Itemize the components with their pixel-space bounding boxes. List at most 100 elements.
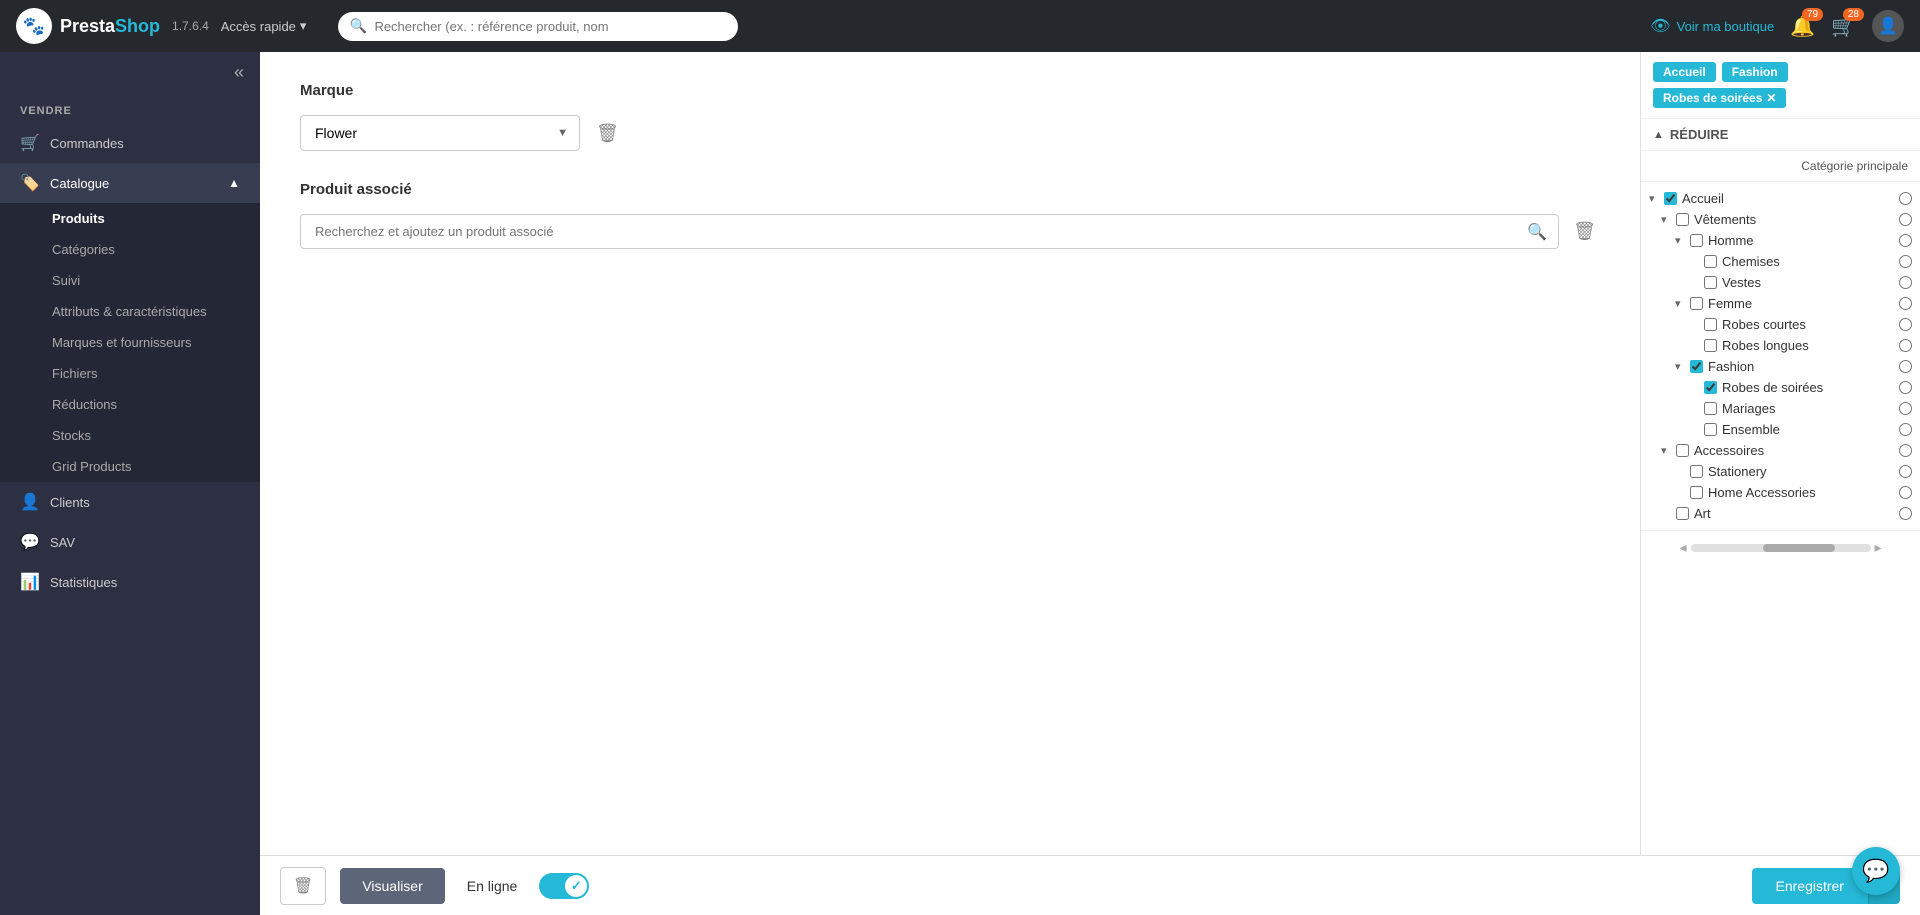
chevron-down-icon[interactable]: ▾ xyxy=(1661,213,1673,226)
logo-icon: 🐾 xyxy=(16,8,52,44)
cat-radio-vetements[interactable] xyxy=(1899,213,1912,226)
chevron-down-icon[interactable]: ▾ xyxy=(1675,360,1687,373)
cart-button[interactable]: 🛒 28 xyxy=(1831,14,1856,39)
chevron-down-icon[interactable]: ▾ xyxy=(1661,444,1673,457)
assoc-search-input[interactable] xyxy=(300,214,1559,249)
cat-radio-fashion[interactable] xyxy=(1899,360,1912,373)
brand-delete-button[interactable]: 🗑 xyxy=(592,119,623,148)
sidebar-item-categories[interactable]: Catégories xyxy=(0,234,260,265)
logo-text: PrestaShop xyxy=(60,16,160,37)
sidebar-item-sav[interactable]: 💬 SAV xyxy=(0,522,260,562)
cat-radio-homme[interactable] xyxy=(1899,234,1912,247)
sidebar-item-statistiques[interactable]: 📊 Statistiques xyxy=(0,562,260,602)
cat-radio-stationery[interactable] xyxy=(1899,465,1912,478)
cat-checkbox-accueil[interactable] xyxy=(1664,192,1677,205)
sidebar-item-label: Statistiques xyxy=(50,575,117,590)
tag-accueil[interactable]: Accueil xyxy=(1653,62,1716,82)
cat-radio-robes-soirees[interactable] xyxy=(1899,381,1912,394)
assoc-delete-button[interactable]: 🗑 xyxy=(1569,217,1600,246)
cat-radio-femme[interactable] xyxy=(1899,297,1912,310)
cat-principale-header: Catégorie principale xyxy=(1641,151,1920,182)
chevron-down-icon[interactable]: ▾ xyxy=(1675,297,1687,310)
chevron-down-icon: ▾ xyxy=(300,18,307,34)
sidebar-item-clients[interactable]: 👤 Clients xyxy=(0,482,260,522)
footer-delete-button[interactable]: 🗑 xyxy=(280,867,326,905)
cat-checkbox-femme[interactable] xyxy=(1690,297,1703,310)
cat-row-femme: ▾ Femme xyxy=(1641,293,1920,314)
cat-radio-robes-longues[interactable] xyxy=(1899,339,1912,352)
cat-row-vestes: ▾ Vestes xyxy=(1641,272,1920,293)
tag-fashion[interactable]: Fashion xyxy=(1722,62,1788,82)
quick-access-button[interactable]: Accès rapide ▾ xyxy=(221,18,307,34)
chevron-up-icon: ▲ xyxy=(1653,129,1664,141)
cat-checkbox-mariages[interactable] xyxy=(1704,402,1717,415)
commandes-icon: 🛒 xyxy=(20,133,40,153)
sidebar-item-catalogue[interactable]: 🏷️ Catalogue ▲ xyxy=(0,163,260,203)
cat-checkbox-robes-longues[interactable] xyxy=(1704,339,1717,352)
cat-checkbox-accessoires[interactable] xyxy=(1676,444,1689,457)
assoc-search-row: 🔍 🗑 xyxy=(300,214,1600,249)
cat-checkbox-stationery[interactable] xyxy=(1690,465,1703,478)
brand-select[interactable]: Flower Nike Adidas xyxy=(300,115,580,151)
sidebar-collapse-area: « xyxy=(0,52,260,93)
sidebar-item-fichiers[interactable]: Fichiers xyxy=(0,358,260,389)
reduire-button[interactable]: ▲ RÉDUIRE xyxy=(1641,119,1920,151)
sidebar: « VENDRE 🛒 Commandes 🏷️ Catalogue ▲ Prod… xyxy=(0,52,260,915)
reduire-label: RÉDUIRE xyxy=(1670,127,1729,142)
search-input[interactable] xyxy=(338,12,738,41)
sidebar-item-commandes[interactable]: 🛒 Commandes xyxy=(0,123,260,163)
cart-badge: 28 xyxy=(1843,8,1864,21)
cat-row-mariages: ▾ Mariages xyxy=(1641,398,1920,419)
scroll-left-button[interactable]: ◂ xyxy=(1679,539,1686,556)
sidebar-item-marques[interactable]: Marques et fournisseurs xyxy=(0,327,260,358)
cat-radio-accessoires[interactable] xyxy=(1899,444,1912,457)
sidebar-item-suivi[interactable]: Suivi xyxy=(0,265,260,296)
avatar[interactable]: 👤 xyxy=(1872,10,1904,42)
cat-radio-art[interactable] xyxy=(1899,507,1912,520)
cat-checkbox-chemises[interactable] xyxy=(1704,255,1717,268)
cat-radio-accueil[interactable] xyxy=(1899,192,1912,205)
cat-checkbox-robes-courtes[interactable] xyxy=(1704,318,1717,331)
sidebar-item-grid-products[interactable]: Grid Products xyxy=(0,451,260,482)
chat-bubble-button[interactable]: 💬 xyxy=(1852,847,1900,895)
visualiser-button[interactable]: Visualiser xyxy=(340,868,444,904)
chevron-down-icon[interactable]: ▾ xyxy=(1675,234,1687,247)
sidebar-item-attributs[interactable]: Attributs & caractéristiques xyxy=(0,296,260,327)
cat-checkbox-home-accessories[interactable] xyxy=(1690,486,1703,499)
scroll-right-button[interactable]: ▸ xyxy=(1875,539,1882,556)
cat-checkbox-ensemble[interactable] xyxy=(1704,423,1717,436)
sidebar-item-produits[interactable]: Produits xyxy=(0,203,260,234)
brand-section: Marque Flower Nike Adidas 🗑 xyxy=(300,82,1600,151)
cat-checkbox-art[interactable] xyxy=(1676,507,1689,520)
sidebar-collapse-button[interactable]: « xyxy=(234,62,244,83)
see-boutique-button[interactable]: 👁 Voir ma boutique xyxy=(1650,16,1774,36)
sidebar-item-stocks[interactable]: Stocks xyxy=(0,420,260,451)
cat-radio-robes-courtes[interactable] xyxy=(1899,318,1912,331)
chevron-down-icon[interactable]: ▾ xyxy=(1649,192,1661,205)
cat-radio-ensemble[interactable] xyxy=(1899,423,1912,436)
notifications-button[interactable]: 🔔 79 xyxy=(1790,14,1815,39)
chevron-up-icon: ▲ xyxy=(228,176,240,190)
scroll-track[interactable] xyxy=(1691,544,1871,552)
cat-checkbox-vetements[interactable] xyxy=(1676,213,1689,226)
cat-radio-mariages[interactable] xyxy=(1899,402,1912,415)
cat-radio-vestes[interactable] xyxy=(1899,276,1912,289)
assoc-search-icon: 🔍 xyxy=(1527,222,1547,242)
cat-row-ensemble: ▾ Ensemble xyxy=(1641,419,1920,440)
tag-close-icon[interactable]: ✕ xyxy=(1766,91,1776,105)
cat-row-accessoires: ▾ Accessoires xyxy=(1641,440,1920,461)
brand-select-wrapper: Flower Nike Adidas xyxy=(300,115,580,151)
cat-checkbox-robes-soirees[interactable] xyxy=(1704,381,1717,394)
cat-checkbox-vestes[interactable] xyxy=(1704,276,1717,289)
enregistrer-button[interactable]: Enregistrer xyxy=(1752,868,1868,904)
cat-radio-chemises[interactable] xyxy=(1899,255,1912,268)
en-ligne-toggle[interactable]: ✓ xyxy=(539,873,589,899)
sidebar-item-reductions[interactable]: Réductions xyxy=(0,389,260,420)
cat-checkbox-homme[interactable] xyxy=(1690,234,1703,247)
cat-row-homme: ▾ Homme xyxy=(1641,230,1920,251)
toggle-switch[interactable]: ✓ xyxy=(539,873,589,899)
cat-radio-home-accessories[interactable] xyxy=(1899,486,1912,499)
cat-checkbox-fashion[interactable] xyxy=(1690,360,1703,373)
tag-robes-soirees[interactable]: Robes de soirées ✕ xyxy=(1653,88,1786,108)
tag-strip: Accueil Fashion Robes de soirées ✕ xyxy=(1641,52,1920,119)
